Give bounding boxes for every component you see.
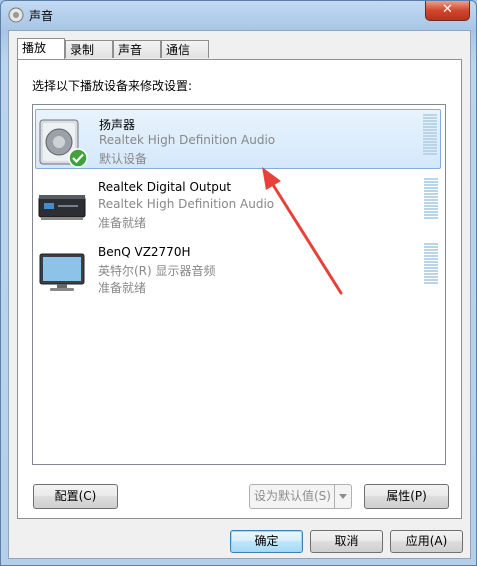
device-item-monitor[interactable]: BenQ VZ2770H 英特尔(R) 显示器音频 准备就绪 xyxy=(35,239,441,299)
device-item-speakers[interactable]: 扬声器 Realtek High Definition Audio 默认设备 xyxy=(35,109,441,169)
cancel-button[interactable]: 取消 xyxy=(310,530,383,553)
monitor-icon xyxy=(39,253,85,291)
device-name: BenQ VZ2770H xyxy=(98,245,191,259)
sound-icon xyxy=(8,7,24,23)
device-name: Realtek Digital Output xyxy=(98,180,232,194)
speaker-icon xyxy=(39,119,88,168)
device-description: Realtek High Definition Audio xyxy=(98,197,275,211)
instruction-text: 选择以下播放设备来修改设置: xyxy=(32,79,193,93)
window-title: 声音 xyxy=(29,9,54,23)
chevron-down-icon[interactable] xyxy=(334,485,351,508)
volume-meter xyxy=(424,178,438,228)
apply-button[interactable]: 应用(A) xyxy=(390,530,463,553)
dialog-body: 播放 录制 声音 通信 选择以下播放设备来修改设置: 扬声器 Realtek H… xyxy=(8,30,471,559)
device-name: 扬声器 xyxy=(99,118,136,132)
ok-button[interactable]: 确定 xyxy=(230,530,303,553)
device-description: 英特尔(R) 显示器音频 xyxy=(98,264,216,278)
playback-panel: 选择以下播放设备来修改设置: 扬声器 Realtek High Definiti… xyxy=(17,59,462,519)
volume-meter xyxy=(424,243,438,293)
close-button[interactable]: ✕ xyxy=(425,1,470,21)
set-default-button[interactable]: 设为默认值(S) xyxy=(249,484,352,509)
properties-button[interactable]: 属性(P) xyxy=(364,484,449,509)
device-status: 默认设备 xyxy=(99,152,148,166)
digital-output-icon xyxy=(38,195,86,220)
default-check-icon xyxy=(68,148,88,168)
device-status: 准备就绪 xyxy=(98,216,147,230)
tab-sounds[interactable]: 声音 xyxy=(113,40,161,58)
set-default-label: 设为默认值(S) xyxy=(254,489,331,503)
title-bar[interactable]: 声音 ✕ xyxy=(1,1,476,29)
tab-recording[interactable]: 录制 xyxy=(65,40,113,58)
tab-playback[interactable]: 播放 xyxy=(17,38,65,59)
device-description: Realtek High Definition Audio xyxy=(99,133,276,147)
sound-dialog: 声音 ✕ 播放 录制 声音 通信 选择以下播放设备来修改设置: 扬声器 Real… xyxy=(0,0,477,566)
volume-meter xyxy=(423,114,437,164)
device-item-digital-output[interactable]: Realtek Digital Output Realtek High Defi… xyxy=(35,174,441,234)
tab-communications[interactable]: 通信 xyxy=(161,40,209,58)
device-status: 准备就绪 xyxy=(98,281,147,295)
configure-button[interactable]: 配置(C) xyxy=(33,484,118,509)
device-list[interactable]: 扬声器 Realtek High Definition Audio 默认设备 R… xyxy=(32,104,446,465)
